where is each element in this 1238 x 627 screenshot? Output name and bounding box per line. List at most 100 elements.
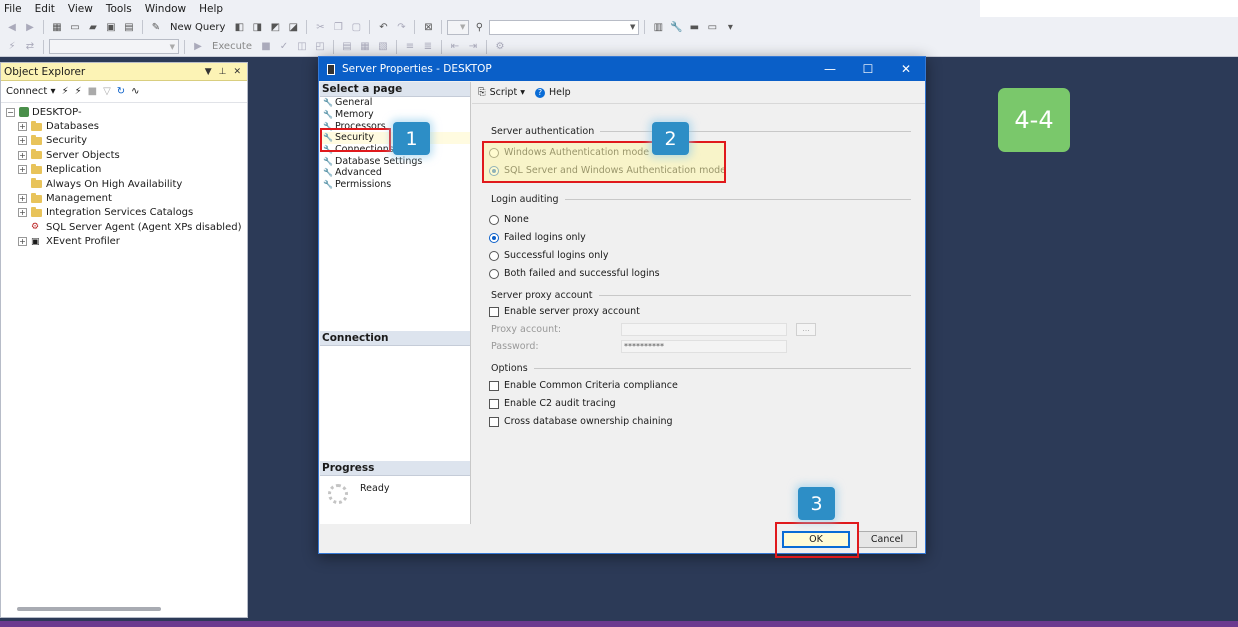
tree-node[interactable]: + Replication — [1, 163, 247, 177]
results-to-file-icon[interactable]: ▧ — [375, 39, 391, 55]
radio-option[interactable]: Both failed and successful logins — [489, 268, 660, 279]
stop-icon[interactable]: ■ — [88, 86, 97, 97]
proxy-account-field[interactable] — [621, 323, 787, 336]
specify-values-icon[interactable]: ⚙ — [492, 39, 508, 55]
page-item-database-settings[interactable]: 🔧 Database Settings — [320, 155, 470, 167]
available-databases-dropdown[interactable]: ▼ — [49, 39, 179, 54]
connect-dropdown[interactable]: Connect ▾ — [6, 86, 56, 97]
save-all-icon[interactable]: ▤ — [121, 19, 137, 35]
page-item-permissions[interactable]: 🔧 Permissions — [320, 179, 470, 191]
tree-node[interactable]: Always On High Availability — [1, 177, 247, 191]
collapse-icon[interactable]: − — [6, 107, 15, 117]
menu-view[interactable]: View — [64, 3, 102, 15]
expand-icon[interactable]: + — [18, 237, 27, 247]
registered-servers-icon[interactable]: ▥ — [650, 19, 666, 35]
radio-button[interactable] — [489, 214, 499, 225]
execute-icon[interactable]: ▶ — [190, 39, 206, 55]
cut-icon[interactable]: ✂ — [312, 19, 328, 35]
checkbox-box[interactable] — [489, 306, 499, 317]
expand-icon[interactable]: + — [18, 136, 27, 146]
maximize-icon[interactable]: ☐ — [849, 62, 887, 76]
checkbox-box[interactable] — [489, 380, 499, 391]
copy-icon[interactable]: ❐ — [330, 19, 346, 35]
radio-option[interactable]: Successful logins only — [489, 250, 608, 261]
checkbox-box[interactable] — [489, 398, 499, 409]
new-query-icon[interactable]: ✎ — [148, 19, 164, 35]
undo-icon[interactable]: ↶ — [375, 19, 391, 35]
results-to-text-icon[interactable]: ▤ — [339, 39, 355, 55]
tree-node[interactable]: + Security — [1, 134, 247, 148]
terminal-icon[interactable]: ▭ — [704, 19, 720, 35]
stop-icon[interactable]: ■ — [258, 39, 274, 55]
dax-query-icon[interactable]: ◪ — [285, 19, 301, 35]
query-designer-icon[interactable]: ◰ — [312, 39, 328, 55]
connect-plug-icon[interactable]: ⚡ — [62, 86, 69, 97]
find-in-files-icon[interactable]: ⚲ — [471, 19, 487, 35]
menu-edit[interactable]: Edit — [31, 3, 64, 15]
menu-help[interactable]: Help — [195, 3, 232, 15]
tree-node[interactable]: + Management — [1, 191, 247, 205]
new-project-icon[interactable]: ▦ — [49, 19, 65, 35]
cancel-button[interactable]: Cancel — [857, 531, 917, 548]
radio-button[interactable] — [489, 232, 499, 243]
minimize-icon[interactable]: — — [811, 62, 849, 76]
tree-node[interactable]: + Integration Services Catalogs — [1, 206, 247, 220]
tree-node[interactable]: ⚙ SQL Server Agent (Agent XPs disabled) — [1, 220, 247, 234]
radio-option[interactable]: Failed logins only — [489, 232, 586, 243]
menu-window[interactable]: Window — [141, 3, 195, 15]
forward-icon[interactable]: ▶ — [22, 19, 38, 35]
mdx-query-icon[interactable]: ◧ — [231, 19, 247, 35]
option-checkbox[interactable]: Enable Common Criteria compliance — [489, 380, 678, 391]
change-connection-icon[interactable]: ⇄ — [22, 39, 38, 55]
redo-icon[interactable]: ↷ — [393, 19, 409, 35]
filter-icon[interactable]: ▽ — [103, 86, 111, 97]
checkbox-box[interactable] — [489, 416, 499, 427]
parse-icon[interactable]: ✓ — [276, 39, 292, 55]
execute-button[interactable]: Execute — [208, 41, 256, 52]
menu-file[interactable]: File — [0, 3, 31, 15]
properties-wrench-icon[interactable]: 🔧 — [668, 19, 684, 35]
script-button[interactable]: Script ▾ — [490, 87, 525, 98]
radio-button[interactable] — [489, 268, 499, 279]
tree-node[interactable]: + Server Objects — [1, 148, 247, 162]
password-field[interactable]: ********** — [621, 340, 787, 353]
open-folder-icon[interactable]: ▰ — [85, 19, 101, 35]
indent-icon[interactable]: ⇥ — [465, 39, 481, 55]
page-item-memory[interactable]: 🔧 Memory — [320, 109, 470, 121]
results-to-grid-icon[interactable]: ▦ — [357, 39, 373, 55]
toolbox-icon[interactable]: ▬ — [686, 19, 702, 35]
dmx-query-icon[interactable]: ◨ — [249, 19, 265, 35]
paste-icon[interactable]: ▢ — [348, 19, 364, 35]
outdent-icon[interactable]: ⇤ — [447, 39, 463, 55]
option-checkbox[interactable]: Enable C2 audit tracing — [489, 398, 616, 409]
refresh-icon[interactable]: ↻ — [117, 86, 125, 97]
proxy-browse-button[interactable]: ... — [796, 323, 816, 336]
back-icon[interactable]: ◀ — [4, 19, 20, 35]
expand-icon[interactable]: + — [18, 150, 27, 160]
connect-icon[interactable]: ⚡ — [4, 39, 20, 55]
disconnect-icon[interactable]: ⚡ — [75, 86, 82, 97]
expand-icon[interactable]: + — [18, 194, 27, 204]
tree-server-node[interactable]: − DESKTOP- — [1, 105, 247, 119]
tree-node[interactable]: + ▣ XEvent Profiler — [1, 235, 247, 249]
enable-proxy-checkbox[interactable]: Enable server proxy account — [489, 306, 640, 317]
close-icon[interactable]: ✕ — [233, 67, 241, 77]
activity-monitor-icon[interactable]: ⊠ — [420, 19, 436, 35]
customize-toolbar-icon[interactable]: ▾ — [722, 19, 738, 35]
expand-icon[interactable]: + — [18, 165, 27, 175]
solution-config-dropdown[interactable]: ▼ — [447, 19, 470, 35]
expand-icon[interactable]: + — [18, 122, 27, 132]
comment-icon[interactable]: ≡ — [402, 39, 418, 55]
page-item-general[interactable]: 🔧 General — [320, 97, 470, 109]
pin-icon[interactable]: ⊥ — [219, 67, 227, 77]
menu-tools[interactable]: Tools — [102, 3, 141, 15]
window-position-icon[interactable]: ▼ — [205, 67, 212, 77]
horizontal-scrollbar[interactable] — [17, 607, 161, 611]
xmla-query-icon[interactable]: ◩ — [267, 19, 283, 35]
new-query-button[interactable]: New Query — [166, 22, 229, 33]
tree-node[interactable]: + Databases — [1, 119, 247, 133]
help-button[interactable]: Help — [549, 87, 571, 98]
save-icon[interactable]: ▣ — [103, 19, 119, 35]
uncomment-icon[interactable]: ≣ — [420, 39, 436, 55]
activity-icon[interactable]: ∿ — [131, 86, 139, 97]
